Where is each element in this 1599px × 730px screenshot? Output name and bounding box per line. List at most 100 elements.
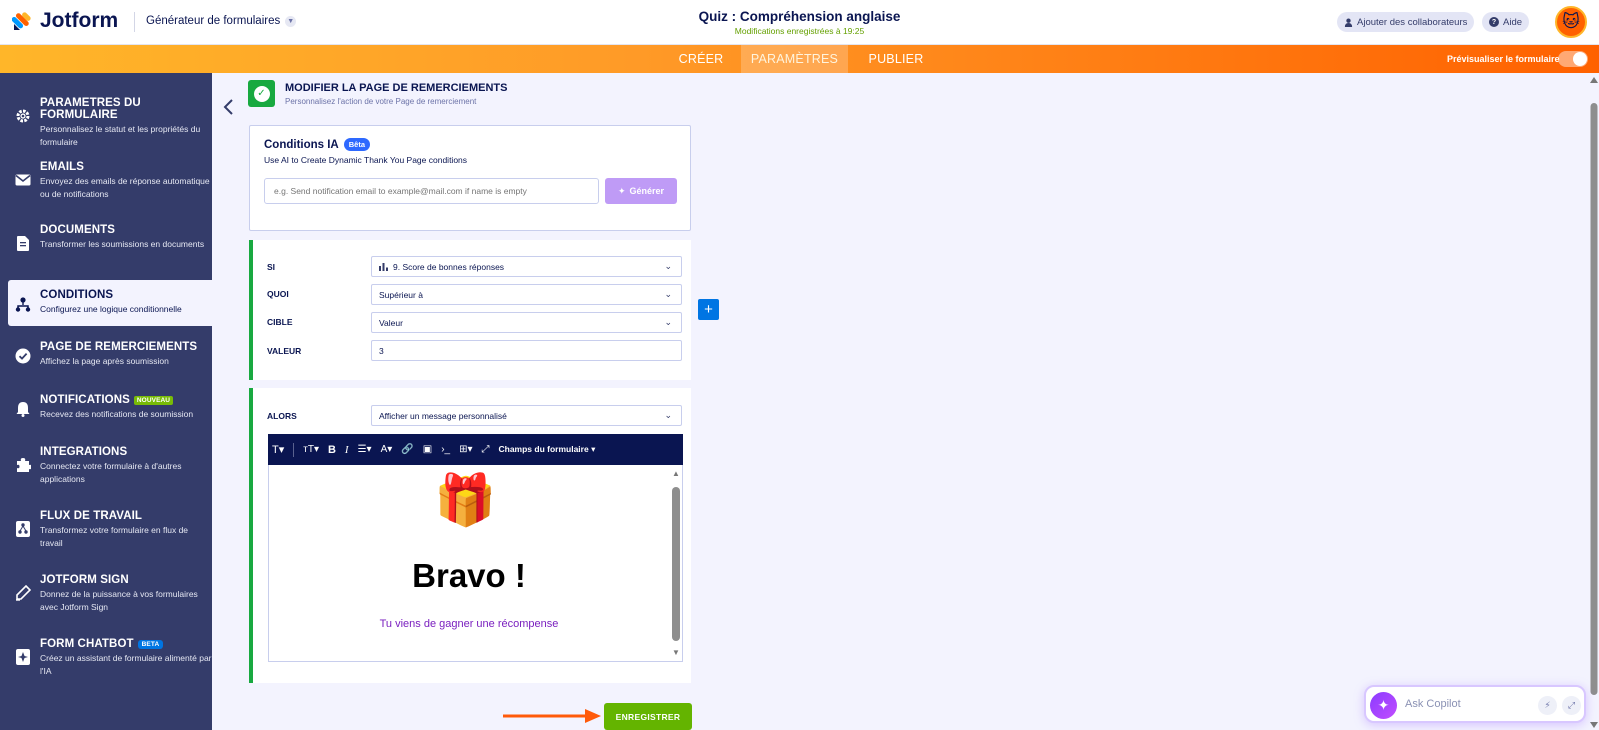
bold-icon[interactable]: B	[328, 444, 336, 456]
chevron-down-icon: ⌄	[664, 289, 672, 299]
sidebar-item-title: INTEGRATIONS	[40, 446, 128, 458]
sidebar-item-form-chatbot[interactable]: FORM CHATBOT BETA Créez un assistant de f…	[0, 638, 212, 678]
if-value: 9. Score de bonnes réponses	[393, 261, 505, 272]
editor-scrollbar[interactable]: ▲ ▼	[671, 469, 681, 657]
section-title: MODIFIER LA PAGE DE REMERCIEMENTS	[285, 82, 508, 94]
sidebar-item-title: PAGE DE REMERCIEMENTS	[40, 341, 198, 353]
text-style-icon[interactable]: T▾	[272, 443, 284, 456]
main-nav: CRÉER PARAMÈTRES PUBLIER Prévisualiser l…	[0, 45, 1599, 73]
puzzle-icon	[14, 456, 32, 474]
sidebar-item-integrations[interactable]: INTEGRATIONS Connectez votre formulaire …	[0, 446, 212, 486]
beta-badge: Bêta	[343, 138, 371, 151]
scroll-down-icon[interactable]: ▼	[672, 648, 680, 657]
ai-prompt-input[interactable]	[264, 178, 599, 204]
sidebar-item-desc: Affichez la page après soumission	[40, 356, 169, 366]
jotform-logo[interactable]: Jotform	[12, 9, 118, 33]
add-condition-button[interactable]: +	[698, 299, 719, 320]
font-size-icon[interactable]: тT▾	[303, 444, 319, 455]
if-select[interactable]: 9. Score de bonnes réponses ⌄	[371, 256, 682, 277]
action-block: ALORS Afficher un message personnalisé ⌄…	[249, 388, 691, 683]
sidebar-item-documents[interactable]: DOCUMENTS Transformer les soumissions en…	[0, 224, 212, 251]
save-button[interactable]: ENREGISTRER	[604, 703, 692, 730]
sidebar-item-title: EMAILS	[40, 161, 85, 173]
target-label: CIBLE	[267, 317, 293, 327]
add-collaborators-button[interactable]: Ajouter des collaborateurs	[1337, 12, 1475, 32]
chevron-down-icon: ⌄	[664, 410, 672, 420]
sidebar-item-emails[interactable]: EMAILS Envoyez des emails de réponse aut…	[0, 161, 212, 201]
what-label: QUOI	[267, 289, 289, 299]
builder-label: Générateur de formulaires	[146, 15, 281, 27]
back-arrow-icon[interactable]	[222, 98, 234, 122]
preview-toggle[interactable]	[1558, 51, 1588, 67]
image-icon[interactable]: ▣	[423, 444, 432, 455]
sidebar-item-desc: Donnez de la puissance à vos formulaires…	[40, 589, 198, 612]
italic-icon[interactable]: I	[345, 444, 349, 456]
sidebar-item-workflows[interactable]: FLUX DE TRAVAIL Transformez votre formul…	[0, 510, 212, 550]
code-icon[interactable]: ›_	[441, 444, 450, 455]
chevron-down-icon: ⌄	[664, 317, 672, 327]
ai-conditions-subtitle: Use AI to Create Dynamic Thank You Page …	[264, 155, 468, 165]
link-icon[interactable]: 🔗	[401, 444, 413, 455]
sidebar-item-title: DOCUMENTS	[40, 224, 116, 236]
sidebar-item-conditions[interactable]: CONDITIONS Configurez une logique condit…	[8, 280, 212, 326]
value-text: 3	[379, 345, 384, 356]
copilot-bar[interactable]: ✦ Ask Copilot ⚡ ⤢	[1364, 685, 1586, 723]
help-label: Aide	[1503, 16, 1523, 28]
text-color-icon[interactable]: A▾	[381, 444, 393, 455]
new-badge: NOUVEAU	[133, 395, 174, 405]
document-icon	[14, 234, 32, 252]
chevron-down-icon: ▼	[285, 15, 297, 27]
tab-settings[interactable]: PARAMÈTRES	[741, 45, 848, 73]
arrow-annotation-icon	[503, 709, 601, 723]
align-icon[interactable]: ☰▾	[358, 444, 372, 455]
copilot-placeholder: Ask Copilot	[1405, 698, 1461, 710]
target-select[interactable]: Valeur ⌄	[371, 312, 682, 333]
scroll-up-icon[interactable]: ▲	[672, 469, 680, 478]
rich-text-editor[interactable]: 🎁 Bravo ! Tu viens de gagner une récompe…	[268, 465, 683, 662]
then-select[interactable]: Afficher un message personnalisé ⌄	[371, 405, 682, 426]
sidebar: PARAMETRES DU FORMULAIRE Personnalisez l…	[0, 73, 212, 730]
value-input[interactable]: 3	[371, 340, 682, 361]
sidebar-item-desc: Configurez une logique conditionnelle	[40, 304, 182, 314]
section-subtitle: Personnalisez l'action de votre Page de …	[285, 97, 477, 106]
sidebar-item-form-settings[interactable]: PARAMETRES DU FORMULAIRE Personnalisez l…	[0, 97, 212, 149]
sidebar-item-desc: Transformez votre formulaire en flux de …	[40, 525, 189, 548]
check-circle-icon	[14, 347, 32, 365]
preview-label: Prévisualiser le formulaire	[1447, 54, 1560, 64]
help-icon: ?	[1489, 17, 1499, 27]
tab-publish[interactable]: PUBLIER	[860, 45, 932, 73]
table-icon[interactable]: ⊞▾	[459, 444, 472, 455]
expand-icon[interactable]: ⤢	[482, 444, 490, 455]
sidebar-item-desc: Créez un assistant de formulaire aliment…	[40, 653, 212, 676]
help-button[interactable]: ? Aide	[1482, 12, 1530, 32]
target-value: Valeur	[379, 317, 403, 328]
envelope-icon	[14, 171, 32, 189]
generate-button[interactable]: ✦ Générer	[605, 178, 677, 204]
lightning-icon[interactable]: ⚡	[1538, 696, 1557, 715]
ai-conditions-panel: Conditions IA Bêta Use AI to Create Dynam…	[249, 125, 691, 231]
page-scrollbar[interactable]	[1589, 75, 1599, 730]
what-select[interactable]: Supérieur à ⌄	[371, 284, 682, 305]
thank-you-heading: Bravo !	[412, 557, 526, 594]
gear-icon	[14, 107, 32, 125]
sidebar-item-title: PARAMETRES DU FORMULAIRE	[40, 97, 141, 121]
sidebar-item-thank-you-page[interactable]: PAGE DE REMERCIEMENTS Affichez la page a…	[0, 341, 212, 368]
sidebar-item-jotform-sign[interactable]: JOTFORM SIGN Donnez de la puissance à vo…	[0, 574, 212, 614]
logo-text: Jotform	[40, 9, 119, 32]
thank-you-icon: ✓	[248, 80, 275, 107]
builder-dropdown[interactable]: Générateur de formulaires ▼	[146, 15, 297, 27]
bell-icon	[14, 400, 32, 418]
thank-you-message: Tu viens de gagner une récompense	[379, 618, 559, 630]
then-label: ALORS	[267, 411, 297, 421]
value-label: VALEUR	[267, 346, 302, 356]
sidebar-item-notifications[interactable]: NOTIFICATIONS NOUVEAU Recevez des notific…	[0, 394, 212, 421]
sidebar-item-title: JOTFORM SIGN	[40, 574, 129, 586]
sidebar-item-desc: Recevez des notifications de soumission	[40, 409, 194, 419]
form-fields-dropdown[interactable]: Champs du formulaire ▾	[499, 444, 596, 455]
hierarchy-icon	[14, 295, 32, 313]
expand-icon[interactable]: ⤢	[1562, 696, 1581, 715]
scroll-thumb[interactable]	[672, 487, 680, 641]
tab-create[interactable]: CRÉER	[668, 45, 734, 73]
sidebar-item-title: NOTIFICATIONS	[40, 394, 130, 406]
avatar[interactable]: 🐱	[1555, 6, 1587, 38]
